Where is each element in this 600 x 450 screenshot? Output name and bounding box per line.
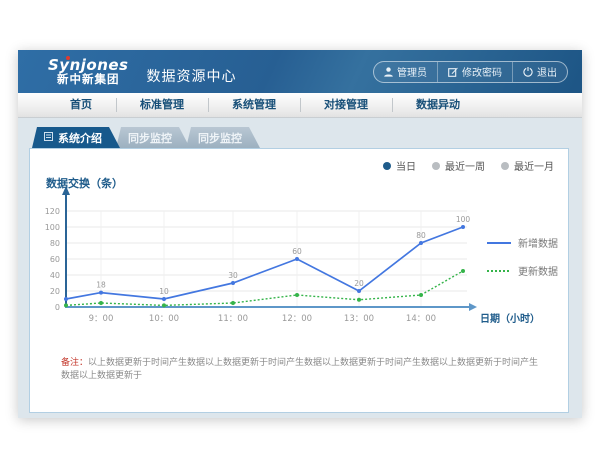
svg-text:18: 18: [96, 281, 106, 290]
nav-item-interface-mgmt[interactable]: 对接管理: [300, 93, 392, 117]
svg-text:10: 10: [159, 287, 169, 296]
svg-text:100: 100: [456, 215, 471, 224]
svg-text:14：00: 14：00: [406, 314, 436, 324]
main-nav: 首页 标准管理 系统管理 对接管理 数据异动: [18, 93, 582, 118]
tab-system-intro[interactable]: 系统介绍: [32, 127, 120, 148]
logo-text-cn: 新中新集团: [48, 73, 129, 85]
nav-item-home[interactable]: 首页: [46, 93, 116, 117]
nav-item-system-mgmt[interactable]: 系统管理: [208, 93, 300, 117]
svg-text:20: 20: [50, 287, 60, 296]
svg-text:11：00: 11：00: [218, 314, 248, 324]
change-password-label: 修改密码: [462, 64, 502, 79]
svg-text:12：00: 12：00: [282, 314, 312, 324]
svg-text:80: 80: [416, 231, 426, 240]
svg-text:40: 40: [50, 271, 60, 280]
legend-new-data: 新增数据: [487, 235, 558, 250]
current-user[interactable]: 管理员: [374, 62, 437, 82]
svg-text:9：00: 9：00: [89, 314, 114, 324]
svg-text:日期（小时）: 日期（小时）: [480, 312, 540, 325]
svg-text:30: 30: [228, 271, 238, 280]
logout-label: 退出: [537, 64, 557, 79]
svg-text:60: 60: [50, 255, 60, 264]
tab-label: 同步监控: [128, 130, 172, 146]
footnote-text: 以上数据更新于时间产生数据以上数据更新于时间产生数据以上数据更新于时间产生数据以…: [61, 358, 538, 381]
series-legend: 新增数据 更新数据: [487, 235, 558, 278]
series-label: 新增数据: [518, 235, 558, 250]
footnote-label: 备注：: [61, 358, 88, 368]
user-label: 管理员: [397, 64, 427, 79]
solid-line-swatch: [487, 241, 511, 245]
user-toolbar: 管理员 修改密码 退出: [373, 61, 568, 83]
svg-text:80: 80: [50, 239, 60, 248]
power-icon: [523, 67, 533, 77]
svg-text:10：00: 10：00: [149, 314, 179, 324]
dotted-line-swatch: [487, 269, 511, 273]
tab-label: 系统介绍: [58, 130, 102, 146]
tab-bar: 系统介绍 同步监控 同步监控: [32, 127, 571, 148]
nav-item-data-change[interactable]: 数据异动: [392, 93, 484, 117]
user-icon: [384, 67, 393, 77]
logo-text-en: Synjones: [48, 58, 129, 74]
tab-sync-monitor-2[interactable]: 同步监控: [186, 127, 260, 148]
legend-update-data: 更新数据: [487, 263, 558, 278]
logo: Synjones 新中新集团: [48, 58, 129, 86]
logout-button[interactable]: 退出: [512, 62, 567, 82]
svg-text:100: 100: [45, 223, 60, 232]
svg-text:20: 20: [354, 279, 364, 288]
logo-red-dot: [66, 56, 70, 60]
header: Synjones 新中新集团 数据资源中心 管理员 修改密码 退出: [18, 50, 582, 93]
tab-sync-monitor-1[interactable]: 同步监控: [116, 127, 190, 148]
document-icon: [44, 131, 53, 144]
change-password-button[interactable]: 修改密码: [437, 62, 512, 82]
series-label: 更新数据: [518, 263, 558, 278]
footnote: 备注：以上数据更新于时间产生数据以上数据更新于时间产生数据以上数据更新于时间产生…: [61, 357, 547, 382]
svg-text:120: 120: [45, 207, 60, 216]
app-window: Synjones 新中新集团 数据资源中心 管理员 修改密码 退出: [18, 50, 582, 418]
svg-text:13：00: 13：00: [344, 314, 374, 324]
tab-label: 同步监控: [198, 130, 242, 146]
edit-icon: [448, 67, 458, 77]
svg-text:60: 60: [292, 247, 302, 256]
svg-text:0: 0: [55, 303, 60, 312]
chart-panel: 当日 最近一周 最近一月 数据交换（条） 0204060801001209：00…: [29, 148, 569, 413]
content-area: 系统介绍 同步监控 同步监控 当日 最近一周: [18, 118, 582, 418]
nav-item-standard-mgmt[interactable]: 标准管理: [116, 93, 208, 117]
page-title: 数据资源中心: [147, 66, 237, 86]
